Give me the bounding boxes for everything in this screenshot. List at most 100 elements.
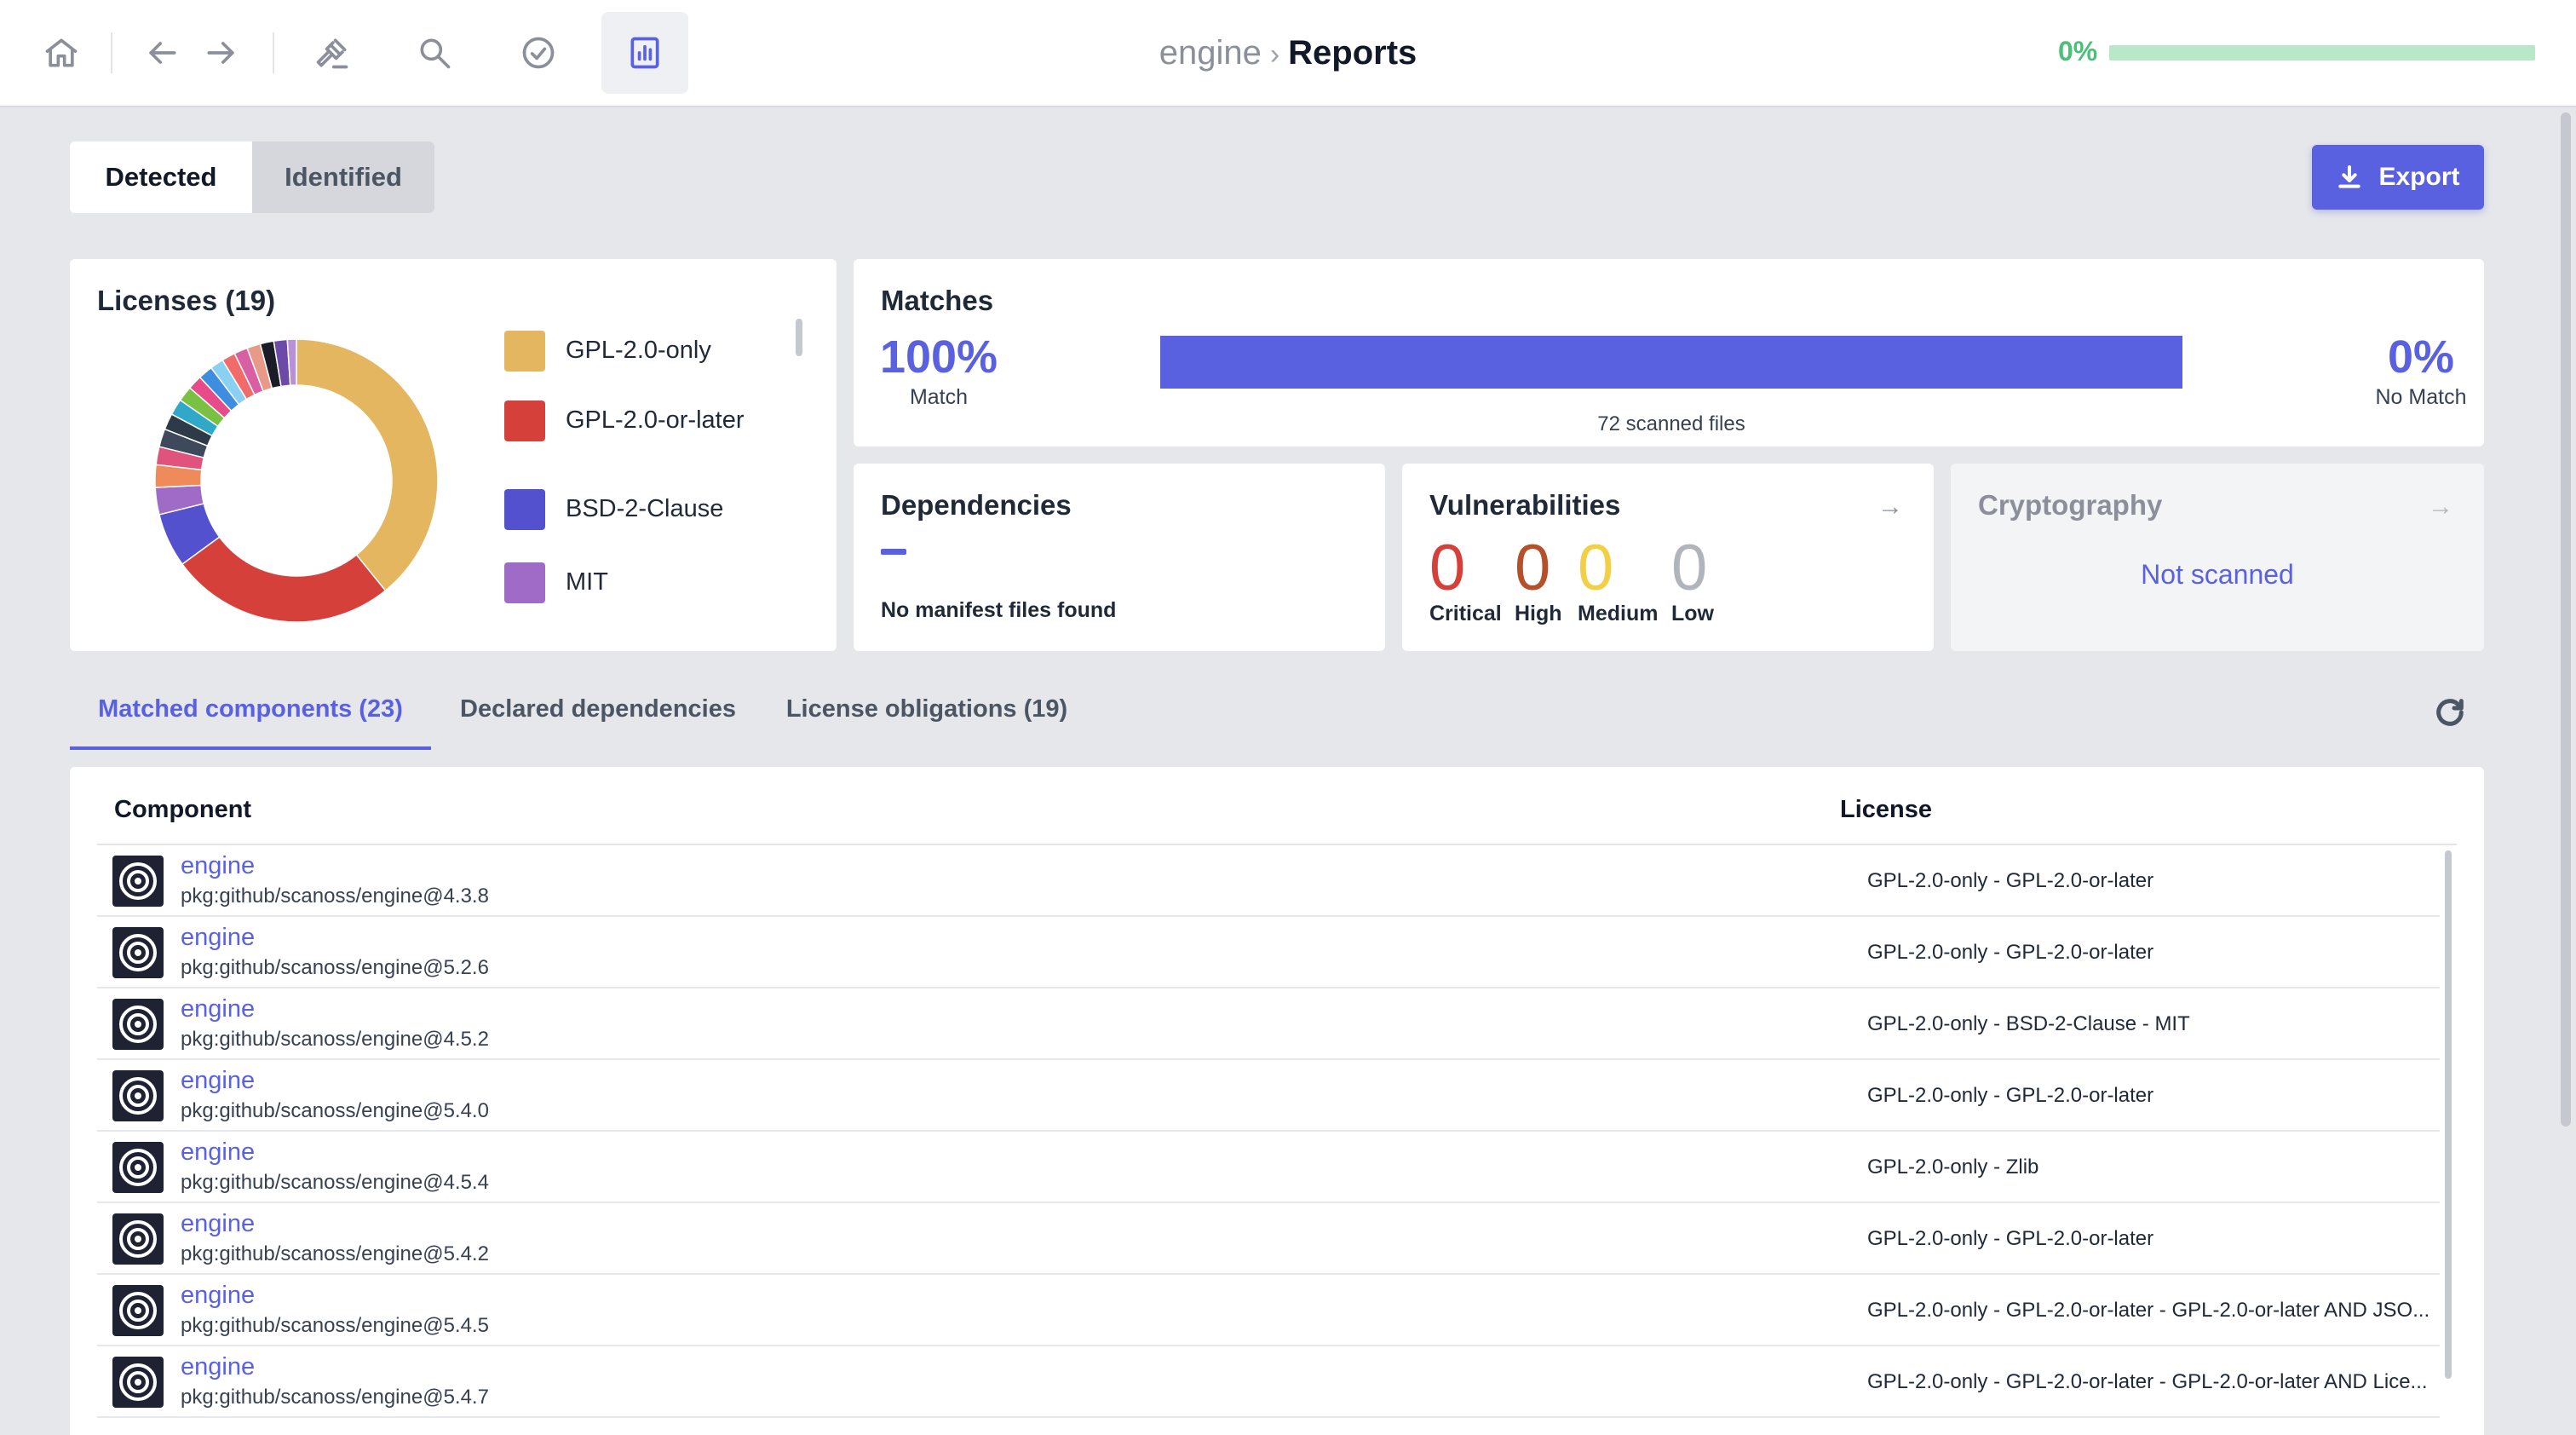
column-header-license[interactable]: License (1840, 796, 1932, 824)
component-name[interactable]: engine (181, 995, 255, 1023)
table-row[interactable]: engine pkg:github/scanoss/engine@4.5.2 G… (97, 988, 2440, 1060)
legend-swatch (504, 401, 545, 441)
component-icon (112, 1213, 164, 1265)
component-purl: pkg:github/scanoss/engine@5.4.0 (181, 1099, 489, 1122)
chevron-right-icon: › (1269, 38, 1280, 71)
page-title: Reports (1288, 34, 1417, 72)
download-icon (2338, 165, 2361, 188)
component-license: GPL-2.0-only - GPL-2.0-or-later - GPL-2.… (1867, 1370, 2428, 1393)
table-row[interactable]: engine pkg:github/scanoss/engine@4.5.4 G… (97, 1132, 2440, 1203)
tab-detected[interactable]: Detected (70, 141, 252, 213)
table-row[interactable]: engine pkg:github/scanoss/engine@5.4.0 G… (97, 1060, 2440, 1132)
low-count: 0 (1671, 532, 1708, 604)
donut-slice[interactable] (181, 536, 387, 623)
detected-identified-toggle: Detected Identified (70, 141, 434, 213)
medium-label: Medium (1578, 602, 1659, 625)
donut-slice[interactable] (296, 338, 439, 592)
matches-card: Matches 100% Match 72 scanned files 0% N… (854, 259, 2484, 447)
component-license: GPL-2.0-only - Zlib (1867, 1155, 2039, 1179)
component-license: GPL-2.0-only - BSD-2-Clause - MIT (1867, 1012, 2190, 1035)
component-name[interactable]: engine (181, 1067, 255, 1095)
legend-label: GPL-2.0-or-later (566, 406, 745, 434)
arrow-right-icon[interactable]: → (2428, 493, 2453, 522)
component-license: GPL-2.0-only - GPL-2.0-or-later (1867, 941, 2154, 964)
component-license: GPL-2.0-only - GPL-2.0-or-later (1867, 869, 2154, 892)
high-count: 0 (1515, 532, 1551, 604)
table-row[interactable]: engine pkg:github/scanoss/engine@5.2.6 G… (97, 917, 2440, 988)
tab-identified[interactable]: Identified (252, 141, 434, 213)
dependencies-empty-dash (881, 549, 906, 555)
component-icon (112, 927, 164, 978)
refresh-button[interactable] (2426, 689, 2474, 736)
tab-license-obligations[interactable]: License obligations (19) (773, 673, 1080, 750)
legend-label: MIT (566, 568, 608, 596)
vulnerabilities-card[interactable]: Vulnerabilities → 0 Critical 0 High 0 Me… (1402, 464, 1934, 651)
component-icon (112, 999, 164, 1050)
licenses-card: Licenses (19) GPL-2.0-only GPL-2.0-or-la… (70, 259, 837, 651)
page-scrollbar[interactable] (2561, 112, 2571, 1127)
legend-item[interactable]: MIT (504, 562, 762, 603)
cryptography-title: Cryptography (1978, 489, 2163, 521)
licenses-donut-chart[interactable] (152, 336, 441, 625)
component-name[interactable]: engine (181, 1210, 255, 1238)
component-license: GPL-2.0-only - GPL-2.0-or-later (1867, 1084, 2154, 1107)
critical-count: 0 (1429, 532, 1466, 604)
breadcrumb-project[interactable]: engine (1159, 34, 1262, 72)
no-match-percentage: 0% (2387, 331, 2455, 383)
component-purl: pkg:github/scanoss/engine@4.5.4 (181, 1171, 489, 1194)
table-scrollbar[interactable] (2445, 850, 2452, 1379)
match-label: Match (909, 385, 969, 409)
tab-declared-dependencies[interactable]: Declared dependencies (0) (445, 673, 751, 794)
matches-title: Matches (881, 285, 994, 316)
match-percentage: 100% (879, 331, 998, 383)
no-match-label: No Match (2375, 385, 2467, 409)
refresh-icon (2436, 699, 2464, 726)
match-bar (1160, 336, 2182, 389)
cryptography-status: Not scanned (2141, 559, 2294, 590)
component-name[interactable]: engine (181, 1353, 255, 1381)
component-purl: pkg:github/scanoss/engine@4.5.2 (181, 1028, 489, 1051)
component-icon (112, 1142, 164, 1193)
legend-swatch (504, 489, 545, 530)
legend-label: GPL-2.0-only (566, 337, 711, 364)
component-name[interactable]: engine (181, 1138, 255, 1167)
dependencies-message: No manifest files found (881, 598, 1117, 622)
scan-progress-bar (2109, 45, 2535, 61)
dependencies-title: Dependencies (881, 489, 1072, 521)
component-name[interactable]: engine (181, 852, 255, 880)
critical-label: Critical (1429, 602, 1502, 625)
legend-scrollbar[interactable] (796, 319, 802, 356)
component-name[interactable]: engine (181, 924, 255, 952)
column-header-component[interactable]: Component (114, 796, 251, 824)
legend-item[interactable]: GPL-2.0-only (504, 331, 762, 372)
component-name[interactable]: engine (181, 1282, 255, 1310)
arrow-right-icon[interactable]: → (1877, 493, 1903, 522)
vulnerabilities-title: Vulnerabilities (1429, 489, 1621, 521)
component-purl: pkg:github/scanoss/engine@5.4.2 (181, 1242, 489, 1265)
medium-count: 0 (1578, 532, 1614, 604)
components-table: Component License engine pkg:github/scan… (70, 767, 2484, 1435)
legend-item[interactable]: BSD-2-Clause (504, 489, 762, 530)
high-label: High (1515, 602, 1562, 625)
top-bar: engine › Reports 0% (0, 0, 2576, 107)
component-license: GPL-2.0-only - GPL-2.0-or-later - GPL-2.… (1867, 1299, 2430, 1322)
legend-item[interactable]: GPL-2.0-or-later (504, 401, 762, 441)
export-button[interactable]: Export (2312, 145, 2484, 210)
export-label: Export (2378, 163, 2460, 191)
component-purl: pkg:github/scanoss/engine@5.2.6 (181, 956, 489, 979)
table-row[interactable]: engine pkg:github/scanoss/engine@5.4.2 G… (97, 1203, 2440, 1275)
dependencies-card: Dependencies No manifest files found (854, 464, 1385, 651)
table-row[interactable]: engine pkg:github/scanoss/engine@5.4.5 G… (97, 1275, 2440, 1346)
component-icon (112, 1285, 164, 1336)
legend-label: BSD-2-Clause (566, 495, 724, 522)
legend-swatch (504, 562, 545, 603)
component-icon (112, 1070, 164, 1121)
table-row[interactable]: engine pkg:github/scanoss/engine@5.4.7 G… (97, 1346, 2440, 1418)
low-label: Low (1671, 602, 1714, 625)
component-purl: pkg:github/scanoss/engine@5.4.7 (181, 1386, 489, 1409)
cryptography-card[interactable]: Cryptography → Not scanned (1951, 464, 2484, 651)
table-row[interactable]: engine pkg:github/scanoss/engine@4.3.8 G… (97, 845, 2440, 917)
component-license: GPL-2.0-only - GPL-2.0-or-later (1867, 1227, 2154, 1250)
tab-matched-components[interactable]: Matched components (23) (70, 673, 431, 750)
scan-progress-label: 0% (2058, 36, 2098, 66)
